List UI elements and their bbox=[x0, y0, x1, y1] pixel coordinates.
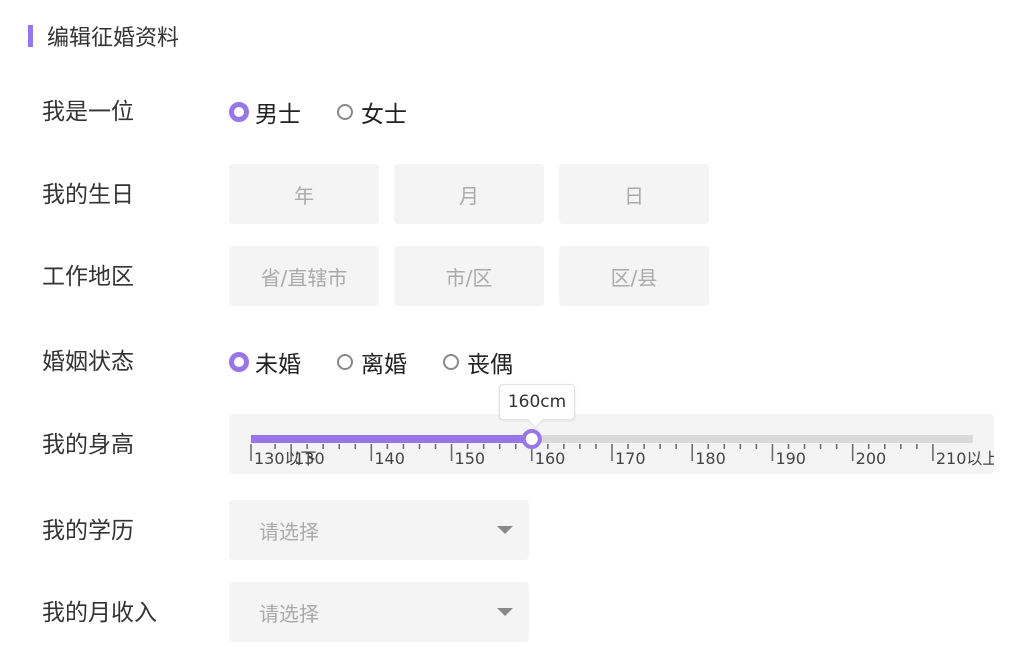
income-label: 我的月收入 bbox=[42, 600, 157, 626]
birth-month-select[interactable]: 月 bbox=[394, 164, 544, 224]
marital-status-radio-group: 未婚 离婚 丧偶 bbox=[229, 346, 549, 378]
education-placeholder: 请选择 bbox=[259, 519, 319, 544]
birthday-label: 我的生日 bbox=[42, 182, 134, 208]
radio-label: 女士 bbox=[361, 102, 407, 128]
gender-radio-group: 男士 女士 bbox=[229, 96, 443, 128]
slider-tick-label: 130 bbox=[294, 449, 325, 468]
gender-option-female[interactable]: 女士 bbox=[337, 95, 407, 129]
marital-status-label: 婚姻状态 bbox=[42, 349, 134, 375]
slider-fill bbox=[251, 435, 532, 443]
marital-option-unmarried[interactable]: 未婚 bbox=[229, 345, 301, 379]
slider-tick-label: 210以上 bbox=[936, 449, 994, 468]
gender-option-male[interactable]: 男士 bbox=[229, 95, 301, 129]
radio-label: 男士 bbox=[255, 102, 301, 128]
radio-label: 离婚 bbox=[361, 352, 407, 378]
radio-label: 未婚 bbox=[255, 352, 301, 378]
district-select[interactable]: 区/县 bbox=[559, 246, 709, 306]
work-region-label: 工作地区 bbox=[42, 264, 134, 290]
section-title: 编辑征婚资料 bbox=[28, 20, 179, 52]
slider-thumb bbox=[521, 429, 542, 449]
radio-unchecked-icon[interactable] bbox=[337, 354, 353, 370]
slider-tick-label: 170 bbox=[615, 449, 646, 468]
income-select[interactable]: 请选择 bbox=[229, 582, 529, 642]
slider-tick-label: 160 bbox=[535, 449, 566, 468]
slider-tick-label: 150 bbox=[455, 449, 486, 468]
slider-tick-label: 200 bbox=[856, 449, 887, 468]
title-accent-bar bbox=[28, 25, 33, 47]
radio-checked-icon[interactable] bbox=[229, 102, 249, 122]
page-title: 编辑征婚资料 bbox=[47, 26, 180, 51]
birth-day-select[interactable]: 日 bbox=[559, 164, 709, 224]
gender-label: 我是一位 bbox=[42, 99, 134, 125]
education-select[interactable]: 请选择 bbox=[229, 500, 529, 560]
height-slider[interactable]: 130以下130 140 150 160 170 180 190 200 210以上 bbox=[229, 414, 998, 474]
slider-tick-label: 140 bbox=[374, 449, 405, 468]
slider-tick-label: 180 bbox=[695, 449, 726, 468]
height-label: 我的身高 bbox=[42, 432, 134, 458]
province-select[interactable]: 省/直辖市 bbox=[229, 246, 379, 306]
slider-tick-label: 190 bbox=[775, 449, 806, 468]
dropdown-caret-icon bbox=[497, 608, 513, 616]
city-select[interactable]: 市/区 bbox=[394, 246, 544, 306]
income-placeholder: 请选择 bbox=[259, 601, 319, 626]
dropdown-caret-icon bbox=[497, 526, 513, 534]
education-label: 我的学历 bbox=[42, 518, 134, 544]
radio-checked-icon[interactable] bbox=[229, 352, 249, 372]
radio-unchecked-icon[interactable] bbox=[443, 354, 459, 370]
height-tooltip: 160cm bbox=[499, 384, 575, 420]
radio-label: 丧偶 bbox=[467, 352, 513, 378]
marital-option-divorced[interactable]: 离婚 bbox=[337, 345, 407, 379]
radio-unchecked-icon[interactable] bbox=[337, 104, 353, 120]
height-slider-container: 130以下 130 140 150 160 170 180 190 200 210以上 bbox=[229, 414, 998, 474]
marital-option-widowed[interactable]: 丧偶 bbox=[443, 345, 513, 379]
birth-year-select[interactable]: 年 bbox=[229, 164, 379, 224]
